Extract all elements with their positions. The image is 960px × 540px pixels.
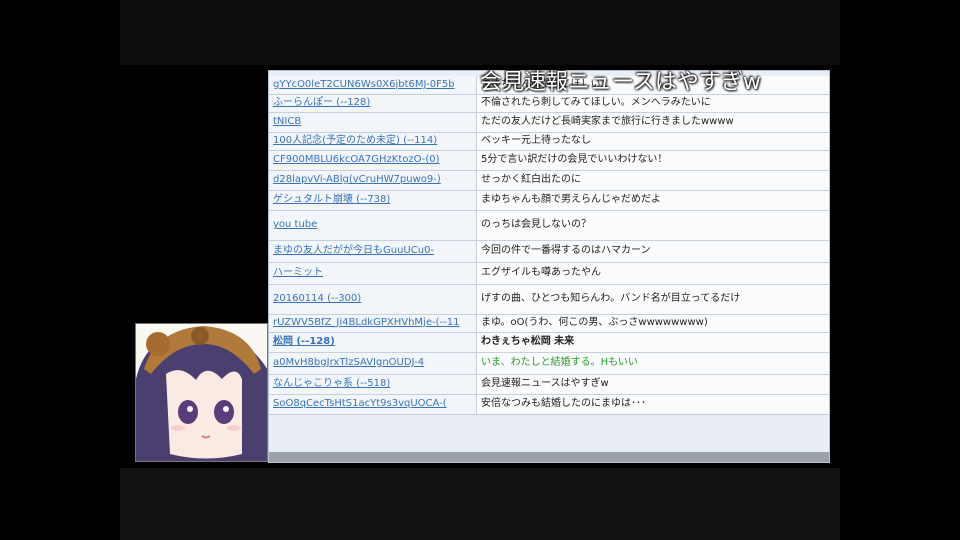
avatar [135, 323, 268, 462]
comment-user-link[interactable]: a0MvH8bgJrxTlzSAVIgnOUDJ-4 [269, 352, 477, 375]
comment-user-link[interactable]: まゆの友人だがが今日もGuuUCu0- [269, 240, 477, 263]
comment-row: you tube のっちは会見しないの？ [269, 210, 829, 241]
comment-user-link[interactable]: 100人記念(予定のため未定) (--114) [269, 132, 477, 151]
anime-girl-avatar-icon [136, 324, 267, 461]
comment-text: のっちは会見しないの？ [476, 210, 829, 241]
comment-text: 不倫されたら刺してみてほしい。メンヘラみたいに [476, 94, 829, 113]
comment-row: rUZWV5BfZ_Ji4BLdkGPXHVhMje-(--11 まゆ。oO(うわ… [269, 314, 829, 333]
comment-user-link[interactable]: 20160114 (--300) [269, 284, 477, 315]
comment-user-link[interactable]: ハーミット [269, 262, 477, 285]
comment-row: SoO8qCecTsHtS1acYt9s3vqUOCA-(安倍なつみも結婚したの… [269, 394, 829, 415]
comment-row: 20160114 (--300) げすの曲、ひとつも知らんわ。バンド名が目立ってる… [269, 284, 829, 315]
comment-text: 安倍なつみも結婚したのにまゆは･･･ [476, 394, 829, 415]
comment-user-link[interactable]: CF900MBLU6kcOA7GHzKtozO-(0) [269, 150, 477, 171]
comment-user-link[interactable]: rUZWV5BfZ_Ji4BLdkGPXHVhMje-(--11 [269, 314, 477, 333]
comment-user-link[interactable]: 松岡 (--128) [269, 332, 477, 353]
overlay-comment: 会見速報ニュースはやすぎw [480, 70, 761, 95]
horizontal-scrollbar[interactable] [269, 452, 829, 462]
comment-user-link[interactable]: ゲシュタルト崩壊 (--738) [269, 190, 477, 211]
comment-user-link[interactable]: SoO8qCecTsHtS1acYt9s3vqUOCA-( [269, 394, 477, 415]
comment-text: げすの曲、ひとつも知らんわ。バンド名が目立ってるだけ [476, 284, 829, 315]
comment-user-link[interactable]: tNICB [269, 112, 477, 133]
comment-text: ただの友人だけど長崎実家まで旅行に行きましたwwww [476, 112, 829, 133]
comment-user-link[interactable]: gYYcO0leT2CUN6Ws0X6jbt6MJ-0F5b [269, 76, 477, 95]
comment-row: ゲシュタルト崩壊 (--738) まゆちゃんも顔で男えらんじゃだめだよ [269, 190, 829, 211]
comment-user-link[interactable]: d28lapvVi-ABlg(vCruHW7puwo9-) [269, 170, 477, 191]
comment-text: エグザイルも噂あったやん [476, 262, 829, 285]
comment-row: なんじゃこりゃ系 (--518) 会見速報ニュースはやすぎw [269, 374, 829, 395]
comment-user-link[interactable]: ふーらんぽー (--128) [269, 94, 477, 113]
comment-row: ふーらんぽー (--128) 不倫されたら刺してみてほしい。メンヘラみたいに [269, 94, 829, 113]
video-top-band [120, 0, 840, 65]
comment-text: 会見速報ニュースはやすぎw [476, 374, 829, 395]
comment-table: gYYcO0leT2CUN6Ws0X6jbt6MJ-0F5b まゆちゃん頑張ってほ… [269, 76, 829, 415]
comment-text: せっかく紅白出たのに [476, 170, 829, 191]
comment-row: 100人記念(予定のため未定) (--114) ベッキー元上待ったなし [269, 132, 829, 151]
comment-user-link[interactable]: you tube [269, 210, 477, 241]
comment-text: まゆちゃんも顔で男えらんじゃだめだよ [476, 190, 829, 211]
comment-row: ハーミット エグザイルも噂あったやん [269, 262, 829, 285]
comment-row: CF900MBLU6kcOA7GHzKtozO-(0) 5分で言い訳だけの会見でい… [269, 150, 829, 171]
comment-user-link[interactable]: なんじゃこりゃ系 (--518) [269, 374, 477, 395]
comment-row: tNICB ただの友人だけど長崎実家まで旅行に行きましたwwww [269, 112, 829, 133]
comment-row: d28lapvVi-ABlg(vCruHW7puwo9-) せっかく紅白出たのに [269, 170, 829, 191]
comment-row: a0MvH8bgJrxTlzSAVIgnOUDJ-4 いま、わたしと結婚する。Hも… [269, 352, 829, 375]
video-bottom-band [120, 468, 840, 540]
comment-row: 松岡 (--128) わきぇちゃ松岡 未来 [269, 332, 829, 353]
comment-row: まゆの友人だがが今日もGuuUCu0- 今回の件で一番得するのはハマカーン [269, 240, 829, 263]
comment-list-panel: gYYcO0leT2CUN6Ws0X6jbt6MJ-0F5b まゆちゃん頑張ってほ… [268, 70, 830, 463]
comment-text: 今回の件で一番得するのはハマカーン [476, 240, 829, 263]
comment-text: いま、わたしと結婚する。Hもいい [476, 352, 829, 375]
comment-text: 5分で言い訳だけの会見でいいわけない！ [476, 150, 829, 171]
comment-text: わきぇちゃ松岡 未来 [476, 332, 829, 353]
comment-text: ベッキー元上待ったなし [476, 132, 829, 151]
comment-text: まゆ。oO(うわ、何この男、ぶっさwwwwwwww) [476, 314, 829, 333]
